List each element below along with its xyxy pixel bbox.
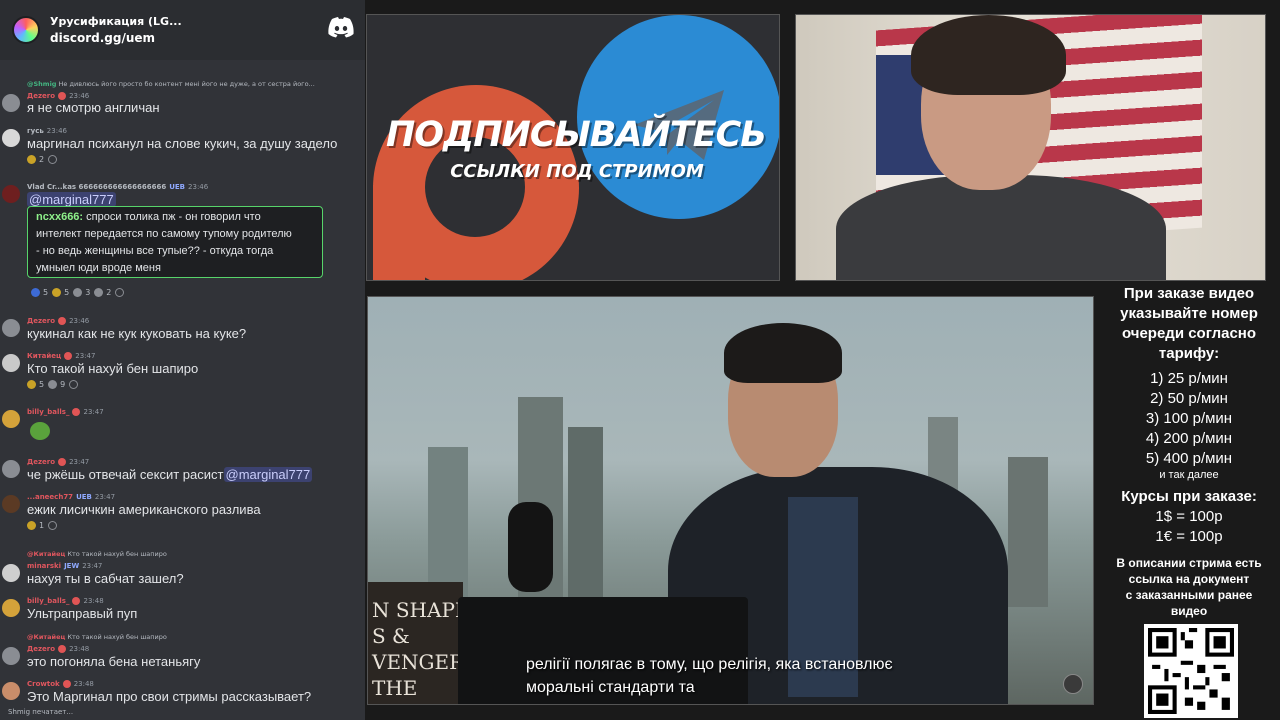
order-instructions: При заказе видео указывайте номер очеред…: [1120, 285, 1258, 362]
avatar[interactable]: [2, 460, 20, 478]
avatar[interactable]: [2, 495, 20, 513]
courses-heading: Курсы при заказе:: [1121, 488, 1257, 505]
microphone: [508, 502, 553, 592]
avatar[interactable]: [2, 564, 20, 582]
mention[interactable]: @marginal777: [223, 467, 313, 482]
promo-subtitle: ССЫЛКИ ПОД СТРИМОМ: [450, 161, 704, 182]
discord-icon: [328, 17, 354, 38]
avatar[interactable]: [2, 410, 20, 428]
add-reaction-icon[interactable]: [115, 288, 125, 297]
description-note: В описании стрима есть ссылка на докумен…: [1116, 556, 1262, 618]
pepe-emoji: [30, 422, 50, 440]
streamer-body: [836, 175, 1166, 280]
webcam-feed: [795, 14, 1266, 281]
course-rate: 1$ = 100р: [1155, 508, 1223, 525]
promo-panel: ПОДПИСЫВАЙТЕСЬ ССЫЛКИ ПОД СТРИМОМ: [366, 14, 780, 281]
subtitle-line: моральні стандарти та: [526, 679, 695, 696]
server-avatar: [12, 16, 40, 44]
subtitle-line: релігії полягає в тому, що релігія, яка …: [526, 656, 893, 673]
reaction[interactable]: 5: [31, 288, 48, 297]
avatar[interactable]: [2, 94, 20, 112]
typing-indicator: Shmig печатает...: [8, 708, 74, 716]
avatar[interactable]: [2, 682, 20, 700]
channel-watermark[interactable]: [1063, 674, 1083, 694]
reaction[interactable]: 5: [52, 288, 69, 297]
server-name: Урусификация (LG...: [50, 15, 182, 28]
qr-code[interactable]: [1144, 624, 1238, 718]
chat-panel: Урусификация (LG... discord.gg/uem @Shmi…: [0, 0, 365, 720]
avatar[interactable]: [2, 354, 20, 372]
avatar[interactable]: [2, 129, 20, 147]
order-info-panel: При заказе видео указывайте номер очеред…: [1098, 284, 1280, 720]
mention[interactable]: @marginal777: [27, 192, 116, 207]
reaction[interactable]: 3: [73, 288, 90, 297]
promo-title: ПОДПИСЫВАЙТЕСЬ: [386, 115, 767, 155]
avatar[interactable]: [2, 319, 20, 337]
avatar[interactable]: [2, 647, 20, 665]
video-player[interactable]: N SHAPIRO S & VENGERS THE релігії поляга…: [367, 296, 1094, 705]
course-rate: 1€ = 100р: [1155, 528, 1223, 545]
quoted-message: ncxx666: спроси толика пж - он говорил ч…: [27, 206, 323, 278]
tariff-list: 1) 25 р/мин 2) 50 р/мин 3) 100 р/мин 4) …: [1145, 370, 1233, 481]
discord-banner[interactable]: Урусификация (LG... discord.gg/uem: [0, 0, 365, 60]
reaction[interactable]: 2: [94, 288, 111, 297]
avatar[interactable]: [2, 185, 20, 203]
discord-invite[interactable]: discord.gg/uem: [50, 30, 182, 47]
avatar[interactable]: [2, 599, 20, 617]
